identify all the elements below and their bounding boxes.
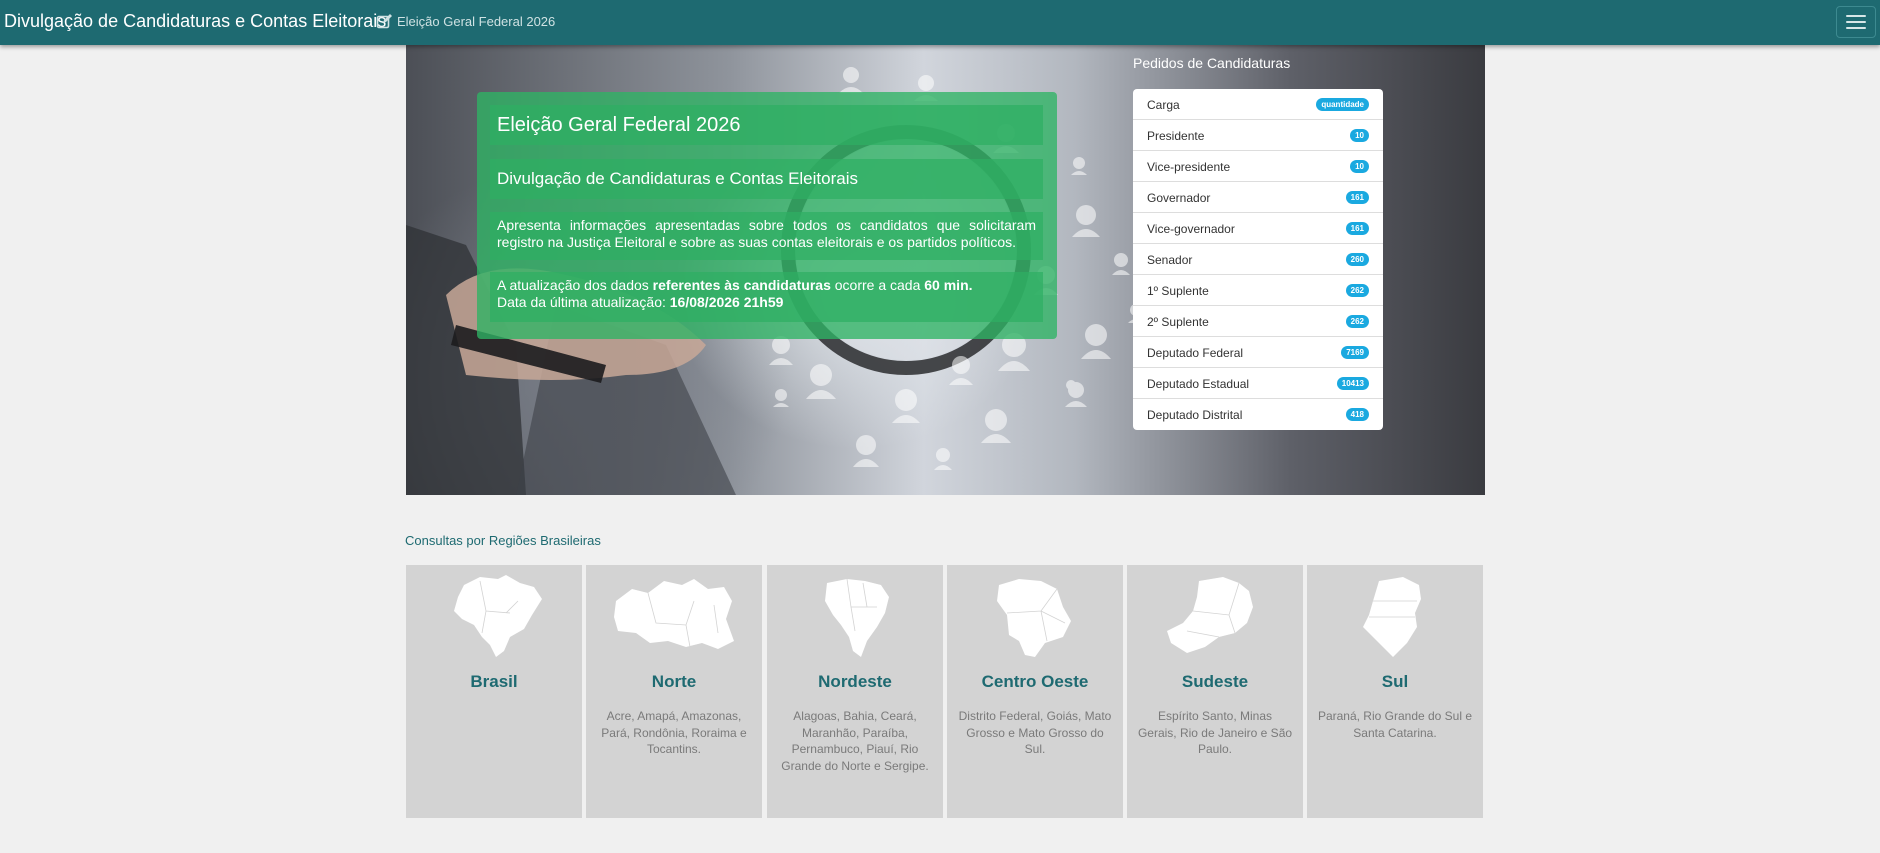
region-name: Nordeste bbox=[818, 672, 892, 691]
hero-description: Apresenta informações apresentadas sobre… bbox=[490, 212, 1043, 260]
last-update-value: 16/08/2026 21h59 bbox=[669, 294, 784, 310]
count-badge: 161 bbox=[1345, 222, 1369, 235]
pedidos-title: Pedidos de Candidaturas bbox=[1133, 55, 1291, 71]
pedido-item-vice-governador[interactable]: Vice-governador 161 bbox=[1133, 213, 1383, 244]
pedido-item-governador[interactable]: Governador 161 bbox=[1133, 182, 1383, 213]
region-name: Sudeste bbox=[1181, 672, 1249, 691]
count-badge: 262 bbox=[1345, 315, 1369, 328]
election-link[interactable]: Eleição Geral Federal 2026 bbox=[376, 11, 555, 31]
region-states: Paraná, Rio Grande do Sul e Santa Catari… bbox=[1317, 709, 1473, 740]
pedido-item-senador[interactable]: Senador 260 bbox=[1133, 244, 1383, 275]
region-card-sudeste[interactable]: Sudeste Espírito Santo, Minas Gerais, Ri… bbox=[1127, 565, 1303, 818]
count-badge: quantidade bbox=[1316, 98, 1369, 111]
region-name: Norte bbox=[651, 672, 697, 691]
election-info-box: Eleição Geral Federal 2026 Divulgação de… bbox=[477, 92, 1057, 339]
region-name: Sul bbox=[1381, 672, 1409, 691]
region-states: Espírito Santo, Minas Gerais, Rio de Jan… bbox=[1137, 709, 1293, 756]
count-badge: 10 bbox=[1350, 160, 1369, 173]
last-update-label: Data da última atualização: bbox=[497, 294, 670, 310]
pedido-item-carga[interactable]: Carga quantidade bbox=[1133, 89, 1383, 120]
region-states: Alagoas, Bahia, Ceará, Maranhão, Paraíba… bbox=[781, 709, 929, 773]
hamburger-menu-icon[interactable] bbox=[1836, 6, 1876, 38]
hero-subtitle: Divulgação de Candidaturas e Contas Elei… bbox=[490, 159, 1043, 199]
nordeste-map-icon bbox=[825, 578, 889, 657]
pedido-item-presidente[interactable]: Presidente 10 bbox=[1133, 120, 1383, 151]
region-states: Distrito Federal, Goiás, Mato Grosso e M… bbox=[958, 709, 1112, 756]
centro-oeste-map-icon bbox=[997, 579, 1071, 657]
navbar-brand[interactable]: Divulgação de Candidaturas e Contas Elei… bbox=[4, 11, 386, 32]
count-badge: 7169 bbox=[1341, 346, 1369, 359]
region-card-norte[interactable]: Norte Acre, Amapá, Amazonas, Pará, Rondô… bbox=[586, 565, 762, 818]
count-badge: 260 bbox=[1345, 253, 1369, 266]
count-badge: 418 bbox=[1345, 408, 1369, 421]
region-card-centro-oeste[interactable]: Centro Oeste Distrito Federal, Goiás, Ma… bbox=[947, 565, 1123, 818]
pedido-item-deputado-federal[interactable]: Deputado Federal 7169 bbox=[1133, 337, 1383, 368]
region-card-sul[interactable]: Sul Paraná, Rio Grande do Sul e Santa Ca… bbox=[1307, 565, 1483, 818]
edit-icon bbox=[376, 13, 392, 28]
region-states: Acre, Amapá, Amazonas, Pará, Rondônia, R… bbox=[601, 709, 747, 756]
sudeste-map-icon bbox=[1167, 577, 1253, 653]
region-name: Centro Oeste bbox=[981, 672, 1089, 691]
count-badge: 161 bbox=[1345, 191, 1369, 204]
pedido-item-1-suplente[interactable]: 1º Suplente 262 bbox=[1133, 275, 1383, 306]
top-navbar: Divulgação de Candidaturas e Contas Elei… bbox=[0, 0, 1880, 45]
count-badge: 10413 bbox=[1336, 377, 1369, 390]
sul-map-icon bbox=[1363, 577, 1421, 657]
pedido-item-vice-presidente[interactable]: Vice-presidente 10 bbox=[1133, 151, 1383, 182]
brazil-map-icon bbox=[454, 575, 542, 657]
hero-banner: Eleição Geral Federal 2026 Divulgação de… bbox=[406, 45, 1485, 495]
pedidos-list: Carga quantidade Presidente 10 Vice-presid… bbox=[1133, 89, 1383, 430]
update-middle: ocorre a cada bbox=[830, 277, 925, 293]
update-interval: 60 min. bbox=[924, 277, 973, 293]
region-card-nordeste[interactable]: Nordeste Alagoas, Bahia, Ceará, Maranhão… bbox=[767, 565, 943, 818]
pedido-item-deputado-distrital[interactable]: Deputado Distrital 418 bbox=[1133, 399, 1383, 430]
regions-title: Consultas por Regiões Brasileiras bbox=[405, 533, 601, 548]
count-badge: 10 bbox=[1350, 129, 1369, 142]
update-prefix: A atualização dos dados bbox=[497, 277, 653, 293]
region-card-brasil[interactable]: Brasil bbox=[406, 565, 582, 818]
election-link-label: Eleição Geral Federal 2026 bbox=[397, 13, 556, 29]
hero-title: Eleição Geral Federal 2026 bbox=[490, 105, 1043, 145]
hero-update-info: A atualização dos dados referentes às ca… bbox=[490, 272, 1043, 322]
norte-map-icon bbox=[614, 579, 734, 649]
pedido-item-deputado-estadual[interactable]: Deputado Estadual 10413 bbox=[1133, 368, 1383, 399]
pedido-item-2-suplente[interactable]: 2º Suplente 262 bbox=[1133, 306, 1383, 337]
update-bold: referentes às candidaturas bbox=[652, 277, 831, 293]
region-name: Brasil bbox=[470, 672, 518, 691]
count-badge: 262 bbox=[1345, 284, 1369, 297]
